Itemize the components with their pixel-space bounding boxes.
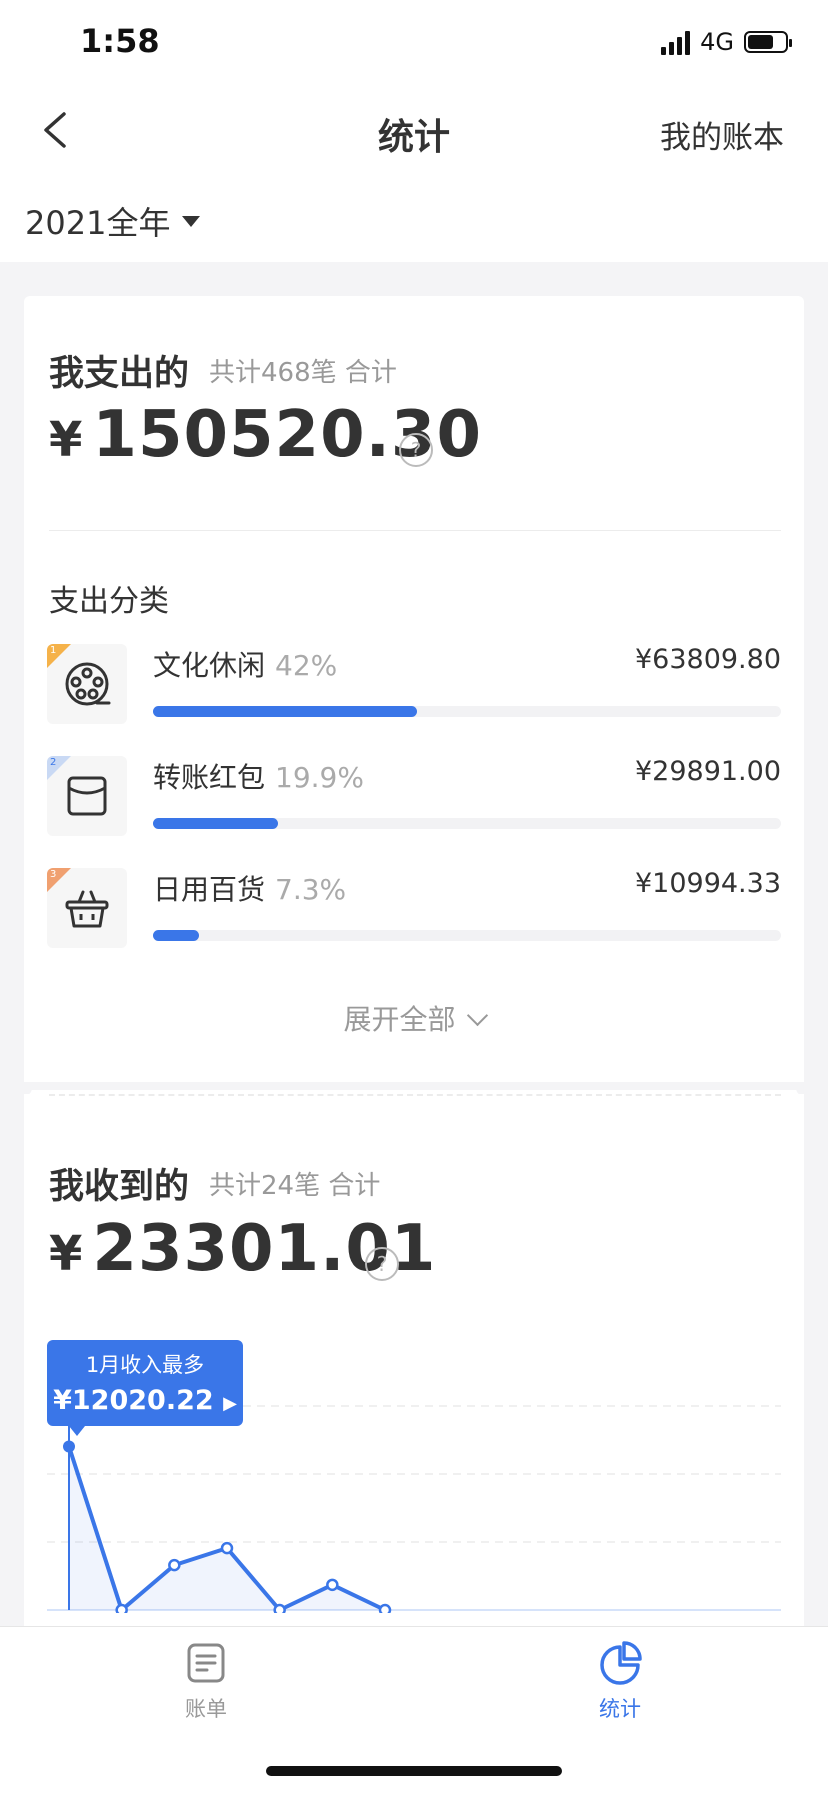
category-bar-fill (153, 818, 278, 829)
category-name: 转账红包 19.9% (153, 756, 364, 796)
status-bar: 1:58 4G (0, 0, 828, 90)
category-row[interactable]: 3 日用百货 7.3% ¥10994.33 (47, 868, 781, 958)
category-bar-track (153, 818, 781, 829)
category-label: 日用百货 (153, 873, 266, 906)
currency-symbol: ¥ (49, 1226, 83, 1282)
category-amount: ¥29891.00 (634, 756, 781, 787)
category-icon-box: 2 (47, 756, 127, 836)
rank-number: 1 (50, 645, 57, 656)
status-time: 1:58 (80, 22, 160, 60)
film-reel-icon (65, 662, 111, 706)
category-label: 转账红包 (153, 761, 266, 794)
home-indicator (266, 1766, 562, 1776)
chart-point (378, 1603, 392, 1613)
category-section-title: 支出分类 (49, 584, 169, 619)
tooltip-title: 1月收入最多 (85, 1353, 205, 1377)
nav-bar: 统计 我的账本 (0, 90, 828, 174)
help-icon[interactable]: ? (365, 1247, 399, 1281)
category-amount: ¥63809.80 (634, 644, 781, 675)
rank-number: 2 (50, 757, 57, 768)
chart-point (115, 1603, 128, 1613)
network-label: 4G (700, 28, 734, 56)
chart-point (273, 1603, 286, 1613)
category-percent: 42% (275, 649, 338, 682)
tooltip-value-text: ¥12020.22 (53, 1385, 214, 1416)
battery-icon (744, 31, 792, 53)
envelope-icon (67, 776, 107, 816)
help-icon[interactable]: ? (399, 433, 433, 467)
category-bar-track (153, 930, 781, 941)
tooltip-pointer (69, 1426, 85, 1436)
category-row[interactable]: 1 文化休闲 42% ¥63809.80 (47, 644, 781, 734)
chart-point (220, 1541, 234, 1555)
expense-title: 我支出的 (49, 354, 190, 394)
category-bar-track (153, 706, 781, 717)
category-amount: ¥10994.33 (634, 868, 781, 899)
currency-symbol: ¥ (49, 412, 83, 468)
divider (49, 530, 781, 531)
chart-tooltip[interactable]: 1月收入最多 ¥12020.22 ▶ (47, 1340, 243, 1436)
tab-bills[interactable]: 账单 (146, 1641, 266, 1723)
period-label: 2021全年 (25, 204, 171, 242)
expense-subtitle: 共计468笔 合计 (209, 358, 397, 388)
income-title: 我收到的 (49, 1167, 190, 1207)
category-bar-fill (153, 706, 417, 717)
category-row[interactable]: 2 转账红包 19.9% ¥29891.00 (47, 756, 781, 846)
category-icon-box: 3 (47, 868, 127, 948)
signal-icon (661, 29, 691, 55)
bill-icon (187, 1643, 225, 1683)
chevron-down-icon (466, 1004, 488, 1027)
dashed-divider (49, 1094, 781, 1096)
tab-stats[interactable]: 统计 (560, 1641, 680, 1723)
expand-all-button[interactable]: 展开全部 (0, 998, 828, 1038)
tab-label: 统计 (599, 1697, 641, 1721)
rank-number: 3 (50, 869, 57, 880)
play-triangle-icon: ▶ (223, 1393, 237, 1414)
basket-icon (65, 890, 109, 928)
tooltip-value: ¥12020.22 ▶ (47, 1385, 243, 1416)
my-ledger-link[interactable]: 我的账本 (660, 112, 784, 157)
pie-chart-icon (600, 1641, 642, 1685)
expand-all-label: 展开全部 (343, 1003, 456, 1036)
caret-down-icon (182, 215, 201, 227)
category-percent: 7.3% (275, 873, 347, 906)
income-subtitle: 共计24笔 合计 (209, 1171, 381, 1201)
category-label: 文化休闲 (153, 649, 266, 682)
card-separator (24, 1082, 804, 1094)
category-icon-box: 1 (47, 644, 127, 724)
category-percent: 19.9% (275, 761, 364, 794)
category-name: 文化休闲 42% (153, 644, 337, 684)
period-selector[interactable]: 2021全年 (25, 198, 201, 244)
category-name: 日用百货 7.3% (153, 868, 346, 908)
chart-point (326, 1578, 339, 1592)
chart-point (168, 1558, 181, 1572)
category-bar-fill (153, 930, 199, 941)
tab-label: 账单 (185, 1697, 227, 1721)
chart-point-highlight (63, 1440, 75, 1453)
status-indicators: 4G (661, 28, 792, 56)
